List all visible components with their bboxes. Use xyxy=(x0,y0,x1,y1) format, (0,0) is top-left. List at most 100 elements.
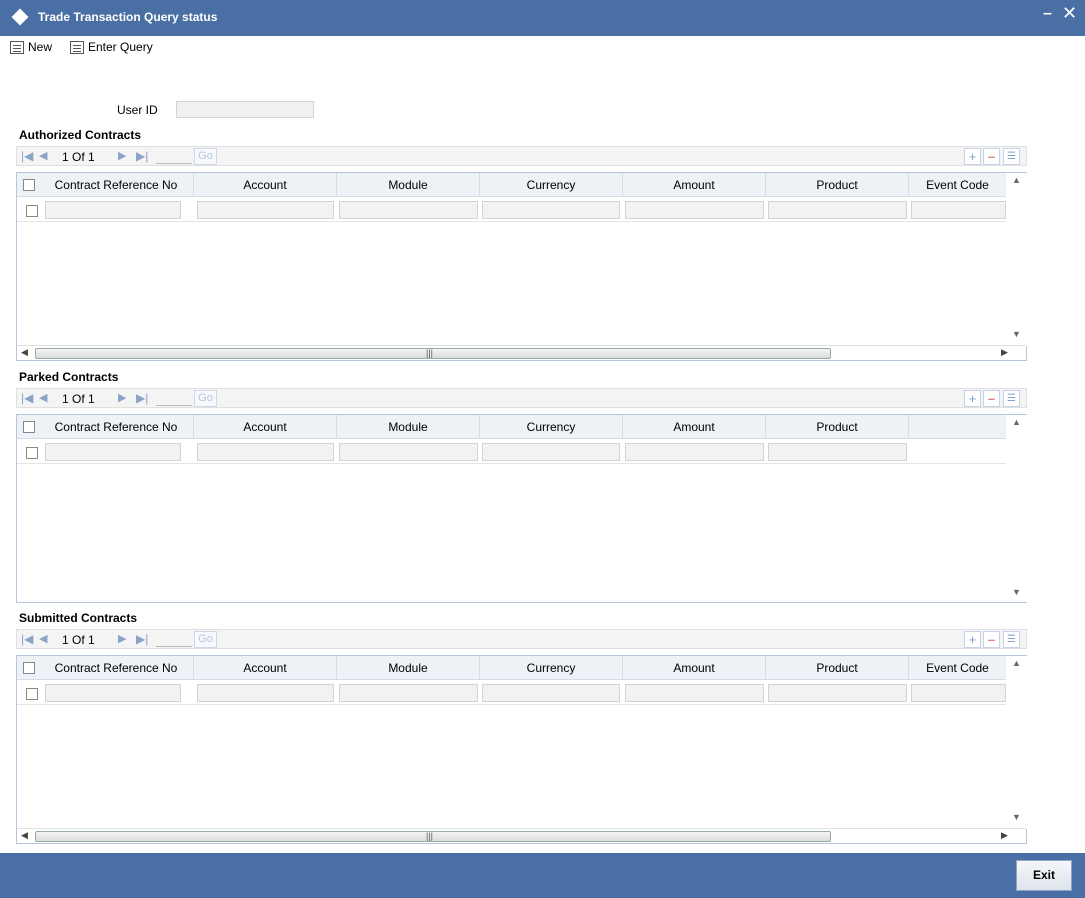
column-header[interactable]: Module xyxy=(337,173,480,197)
module-field[interactable] xyxy=(339,443,478,461)
add-row-icon[interactable]: + xyxy=(964,148,981,165)
prev-page-icon[interactable]: ◀ xyxy=(39,632,47,645)
first-page-icon[interactable]: |◀ xyxy=(21,391,33,405)
column-header[interactable]: Module xyxy=(337,656,480,680)
row-checkbox[interactable] xyxy=(26,688,38,700)
scroll-thumb[interactable]: ||| xyxy=(35,831,831,842)
column-header[interactable]: Currency xyxy=(480,656,623,680)
contract-ref-field[interactable] xyxy=(45,201,181,219)
view-row-icon[interactable]: ☰ xyxy=(1003,390,1020,407)
column-header[interactable]: Module xyxy=(337,415,480,439)
vertical-scrollbar[interactable]: ▲ ▼ xyxy=(1007,415,1027,602)
column-header[interactable]: Account xyxy=(194,415,337,439)
scroll-left-icon[interactable]: ◀ xyxy=(21,830,28,841)
column-header[interactable]: Amount xyxy=(623,173,766,197)
prev-page-icon[interactable]: ◀ xyxy=(39,391,47,404)
delete-row-icon[interactable]: – xyxy=(983,631,1000,648)
select-all-checkbox[interactable] xyxy=(23,421,35,433)
contract-ref-field[interactable] xyxy=(45,443,181,461)
select-all-checkbox[interactable] xyxy=(23,662,35,674)
module-field[interactable] xyxy=(339,684,478,702)
product-field[interactable] xyxy=(768,443,907,461)
column-header[interactable]: Amount xyxy=(623,415,766,439)
column-header[interactable]: Contract Reference No xyxy=(39,656,194,680)
select-all-checkbox[interactable] xyxy=(23,179,35,191)
currency-field[interactable] xyxy=(482,443,620,461)
delete-row-icon[interactable]: – xyxy=(983,148,1000,165)
product-field[interactable] xyxy=(768,201,907,219)
product-field[interactable] xyxy=(768,684,907,702)
column-header[interactable]: Product xyxy=(766,656,909,680)
row-checkbox[interactable] xyxy=(26,447,38,459)
amount-field[interactable] xyxy=(625,201,764,219)
vertical-scrollbar[interactable]: ▲ ▼ xyxy=(1007,173,1027,346)
account-field[interactable] xyxy=(197,201,334,219)
amount-field[interactable] xyxy=(625,684,764,702)
go-button[interactable]: Go xyxy=(194,148,217,165)
submitted-contracts-title: Submitted Contracts xyxy=(19,611,138,625)
scroll-right-icon[interactable]: ▶ xyxy=(1001,830,1008,841)
event-code-field[interactable] xyxy=(911,201,1006,219)
new-button[interactable]: New xyxy=(10,39,52,55)
scroll-up-icon[interactable]: ▲ xyxy=(1012,658,1021,668)
column-header[interactable]: Contract Reference No xyxy=(39,173,194,197)
scroll-right-icon[interactable]: ▶ xyxy=(1001,347,1008,358)
user-id-field[interactable] xyxy=(176,101,314,118)
prev-page-icon[interactable]: ◀ xyxy=(39,149,47,162)
horizontal-scrollbar[interactable]: ◀ ||| ▶ xyxy=(17,828,1026,843)
add-row-icon[interactable]: + xyxy=(964,390,981,407)
last-page-icon[interactable]: ▶| xyxy=(136,149,148,163)
page-number-input[interactable] xyxy=(156,632,192,647)
exit-button[interactable]: Exit xyxy=(1016,860,1072,891)
column-header[interactable]: Account xyxy=(194,656,337,680)
page-number-input[interactable] xyxy=(156,149,192,164)
go-button[interactable]: Go xyxy=(194,631,217,648)
column-header[interactable]: Account xyxy=(194,173,337,197)
horizontal-scrollbar[interactable]: ◀ ||| ▶ xyxy=(17,345,1026,360)
next-page-icon[interactable]: ▶ xyxy=(118,149,126,162)
submitted-pager: |◀ ◀ 1 Of 1 ▶ ▶| Go + – ☰ xyxy=(16,629,1027,649)
next-page-icon[interactable]: ▶ xyxy=(118,632,126,645)
footer-bar xyxy=(0,853,1085,898)
close-icon[interactable]: ✕ xyxy=(1062,3,1077,24)
currency-field[interactable] xyxy=(482,684,620,702)
delete-row-icon[interactable]: – xyxy=(983,390,1000,407)
scroll-down-icon[interactable]: ▼ xyxy=(1012,812,1021,822)
enter-query-button[interactable]: Enter Query xyxy=(70,39,153,55)
view-row-icon[interactable]: ☰ xyxy=(1003,631,1020,648)
column-header[interactable]: Currency xyxy=(480,415,623,439)
row-checkbox[interactable] xyxy=(26,205,38,217)
account-field[interactable] xyxy=(197,443,334,461)
scroll-thumb[interactable]: ||| xyxy=(35,348,831,359)
scroll-down-icon[interactable]: ▼ xyxy=(1012,329,1021,339)
last-page-icon[interactable]: ▶| xyxy=(136,632,148,646)
last-page-icon[interactable]: ▶| xyxy=(136,391,148,405)
add-row-icon[interactable]: + xyxy=(964,631,981,648)
column-header[interactable]: Contract Reference No xyxy=(39,415,194,439)
column-header[interactable]: Product xyxy=(766,173,909,197)
module-field[interactable] xyxy=(339,201,478,219)
scroll-up-icon[interactable]: ▲ xyxy=(1012,417,1021,427)
vertical-scrollbar[interactable]: ▲ ▼ xyxy=(1007,656,1027,829)
next-page-icon[interactable]: ▶ xyxy=(118,391,126,404)
amount-field[interactable] xyxy=(625,443,764,461)
view-row-icon[interactable]: ☰ xyxy=(1003,148,1020,165)
new-icon xyxy=(10,40,24,54)
first-page-icon[interactable]: |◀ xyxy=(21,632,33,646)
contract-ref-field[interactable] xyxy=(45,684,181,702)
minimize-icon[interactable]: – xyxy=(1043,5,1052,23)
first-page-icon[interactable]: |◀ xyxy=(21,149,33,163)
scroll-left-icon[interactable]: ◀ xyxy=(21,347,28,358)
column-header[interactable]: Currency xyxy=(480,173,623,197)
scroll-up-icon[interactable]: ▲ xyxy=(1012,175,1021,185)
column-header[interactable]: Amount xyxy=(623,656,766,680)
scroll-down-icon[interactable]: ▼ xyxy=(1012,587,1021,597)
column-header[interactable]: Product xyxy=(766,415,909,439)
event-code-field[interactable] xyxy=(911,684,1006,702)
currency-field[interactable] xyxy=(482,201,620,219)
column-header[interactable]: Event Code xyxy=(909,656,1006,680)
go-button[interactable]: Go xyxy=(194,390,217,407)
page-number-input[interactable] xyxy=(156,391,192,406)
column-header[interactable]: Event Code xyxy=(909,173,1006,197)
account-field[interactable] xyxy=(197,684,334,702)
